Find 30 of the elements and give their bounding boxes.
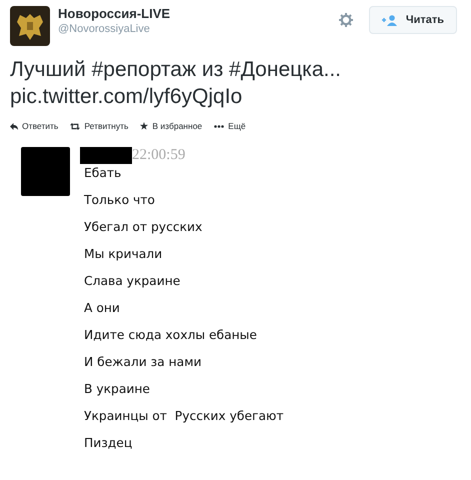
account-handle: @NovorossiyaLive [58, 22, 151, 36]
avatar [21, 146, 70, 196]
add-user-icon [382, 14, 398, 26]
chat-message: В украине [84, 380, 151, 398]
retweet-button[interactable]: Ретвитнуть [70, 120, 128, 133]
redaction-bar [80, 146, 132, 164]
star-icon [140, 122, 148, 130]
tweet-link[interactable]: pic.twitter.com/lyf6yQjqIo [10, 83, 461, 110]
favorite-button[interactable]: В избранное [140, 120, 202, 133]
chat-message: Слава украине [84, 272, 182, 290]
retweet-icon [70, 122, 80, 130]
emblem-icon [10, 6, 50, 46]
chat-message: Убегал от русских [84, 218, 204, 236]
chat-message: А они [84, 300, 121, 317]
tweet-text: Лучший #репортаж из #Донецка... [10, 57, 342, 83]
chat-message: Ебать [84, 164, 122, 182]
chat-message: Только что [84, 192, 156, 209]
chat-message: Пиздец [84, 434, 134, 452]
follow-button[interactable]: Читать [368, 6, 457, 34]
chat-message: Идите сюда хохлы ебаные [84, 326, 258, 344]
reply-icon [10, 122, 18, 130]
reply-button[interactable]: Ответить [10, 120, 58, 133]
chat-message: Украинцы от Русских убегают [84, 408, 284, 425]
chat-message: Мы кричали [84, 246, 164, 263]
chat-message: И бежали за нами [84, 354, 202, 371]
more-button[interactable]: Ещё [214, 120, 246, 133]
settings-icon[interactable] [338, 13, 353, 27]
message-time: 22:00:59 [132, 146, 186, 164]
more-icon [214, 124, 224, 128]
account-name[interactable]: Новороссия-LIVE [58, 6, 170, 22]
